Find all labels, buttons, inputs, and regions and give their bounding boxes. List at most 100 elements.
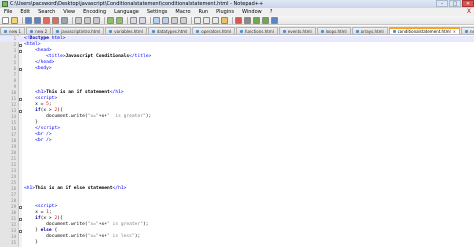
fold-toggle-icon[interactable] bbox=[19, 205, 22, 209]
tab-label: variables.html bbox=[114, 28, 143, 34]
macro-play-icon[interactable] bbox=[253, 16, 260, 24]
zoom-out-icon[interactable] bbox=[162, 16, 169, 24]
menu-plugins[interactable]: Plugins bbox=[212, 8, 238, 16]
redo-icon[interactable] bbox=[116, 16, 123, 24]
code-editor[interactable]: 1 <!Doctype html> 2 <html> 3 <head> 4 <title>… bbox=[0, 35, 474, 247]
close-tab-icon[interactable]: × bbox=[453, 28, 456, 34]
tab-7[interactable]: events.html bbox=[278, 27, 316, 34]
toolbar-separator bbox=[232, 16, 233, 24]
tab-label: arrays.html bbox=[360, 28, 384, 34]
all-chars-icon[interactable] bbox=[203, 16, 210, 24]
tab-label: functions.html bbox=[244, 28, 274, 34]
toolbar-separator bbox=[191, 16, 192, 24]
macro-record-icon[interactable] bbox=[235, 16, 242, 24]
copy-icon[interactable] bbox=[84, 16, 91, 24]
menu-window[interactable]: Window bbox=[238, 8, 266, 16]
menu-macro[interactable]: Macro bbox=[171, 8, 194, 16]
tab-label: datatypes.html bbox=[156, 28, 188, 34]
menu-language[interactable]: Language bbox=[110, 8, 143, 16]
menu-edit[interactable]: Edit bbox=[16, 8, 34, 16]
document-icon bbox=[30, 29, 34, 33]
close-document-button[interactable]: X bbox=[467, 8, 471, 16]
document-icon bbox=[56, 29, 60, 33]
tab-label: javascriptintro.html bbox=[61, 28, 101, 34]
tab-9[interactable]: arrays.html bbox=[351, 27, 388, 34]
menu-run[interactable]: Run bbox=[195, 8, 213, 16]
replace-icon[interactable] bbox=[139, 16, 146, 24]
document-tabs: new 1 new 2 javascriptintro.html variables.… bbox=[0, 26, 474, 35]
menu-help[interactable]: ? bbox=[266, 8, 277, 16]
menu-bar: File Edit Search View Encoding Language … bbox=[0, 8, 474, 16]
tab-1[interactable]: new 2 bbox=[26, 27, 52, 34]
tab-6[interactable]: functions.html bbox=[235, 27, 278, 34]
undo-icon[interactable] bbox=[107, 16, 114, 24]
fold-toggle-icon[interactable] bbox=[19, 67, 22, 71]
tab-3[interactable]: variables.html bbox=[105, 27, 147, 34]
macro-save-icon[interactable] bbox=[271, 16, 278, 24]
toolbar-separator bbox=[150, 16, 151, 24]
new-file-icon[interactable] bbox=[2, 16, 9, 24]
notepadpp-logo-icon bbox=[2, 1, 8, 7]
tab-8[interactable]: loops.html bbox=[316, 27, 351, 34]
document-icon bbox=[392, 30, 396, 33]
fold-toggle-icon[interactable] bbox=[19, 49, 22, 53]
document-icon bbox=[4, 29, 7, 33]
fold-toggle-icon[interactable] bbox=[19, 97, 22, 101]
paste-icon[interactable] bbox=[93, 16, 100, 24]
tab-4[interactable]: datatypes.html bbox=[147, 27, 192, 34]
tab-label: loops.html bbox=[325, 28, 347, 34]
sync-h-icon[interactable] bbox=[180, 16, 187, 24]
document-icon bbox=[196, 29, 200, 33]
zoom-in-icon[interactable] bbox=[153, 16, 160, 24]
wrap-icon[interactable] bbox=[194, 16, 201, 24]
close-icon[interactable] bbox=[43, 16, 50, 24]
document-icon bbox=[282, 29, 286, 33]
toolbar-separator bbox=[104, 16, 105, 24]
minimize-button[interactable]: – bbox=[436, 0, 448, 7]
title-bar: C:\Users\pacsword\Desktop\javascript\Con… bbox=[0, 0, 474, 8]
macro-run-icon[interactable] bbox=[262, 16, 269, 24]
fold-toggle-icon[interactable] bbox=[19, 43, 22, 47]
document-icon bbox=[109, 29, 113, 33]
menu-view[interactable]: View bbox=[59, 8, 79, 16]
fold-toggle-icon[interactable] bbox=[19, 229, 22, 233]
save-all-icon[interactable] bbox=[34, 16, 41, 24]
tab-label: new 1 bbox=[9, 28, 22, 34]
tab-2[interactable]: javascriptintro.html bbox=[52, 27, 105, 34]
tab-label: new 3 bbox=[470, 28, 474, 34]
macro-stop-icon[interactable] bbox=[244, 16, 251, 24]
code-text[interactable]: } bbox=[24, 240, 38, 246]
toolbar-separator bbox=[22, 16, 23, 24]
tab-0[interactable]: new 1 bbox=[0, 27, 26, 34]
document-icon bbox=[465, 29, 469, 33]
fold-toggle-icon[interactable] bbox=[19, 109, 22, 113]
fold-toggle-icon[interactable] bbox=[19, 217, 22, 221]
tab-5[interactable]: operators.html bbox=[192, 27, 235, 34]
document-icon bbox=[320, 29, 324, 33]
open-file-icon[interactable] bbox=[11, 16, 18, 24]
code-line[interactable]: 35 } bbox=[0, 240, 474, 246]
cut-icon[interactable] bbox=[75, 16, 82, 24]
menu-search[interactable]: Search bbox=[34, 8, 59, 16]
document-icon bbox=[151, 29, 155, 33]
tab-11[interactable]: new 3 bbox=[461, 27, 474, 34]
tab-label: operators.html bbox=[201, 28, 231, 34]
maximize-button[interactable]: □ bbox=[449, 0, 461, 7]
window-controls: – □ ✕ bbox=[435, 0, 474, 8]
toolbar bbox=[0, 16, 474, 25]
menu-encoding[interactable]: Encoding bbox=[79, 8, 110, 16]
close-window-button[interactable]: ✕ bbox=[462, 0, 474, 7]
line-number: 35 bbox=[11, 240, 16, 245]
toolbar-separator bbox=[72, 16, 73, 24]
save-icon[interactable] bbox=[25, 16, 32, 24]
window-title: C:\Users\pacsword\Desktop\javascript\Con… bbox=[10, 1, 264, 7]
menu-settings[interactable]: Settings bbox=[143, 8, 172, 16]
lang-icon[interactable] bbox=[221, 16, 228, 24]
tab-10[interactable]: conditionalstatement.html × bbox=[388, 27, 461, 34]
menu-file[interactable]: File bbox=[0, 8, 16, 16]
find-icon[interactable] bbox=[130, 16, 137, 24]
print-icon[interactable] bbox=[61, 16, 68, 24]
indent-guide-icon[interactable] bbox=[212, 16, 219, 24]
sync-v-icon[interactable] bbox=[171, 16, 178, 24]
close-all-icon[interactable] bbox=[52, 16, 59, 24]
